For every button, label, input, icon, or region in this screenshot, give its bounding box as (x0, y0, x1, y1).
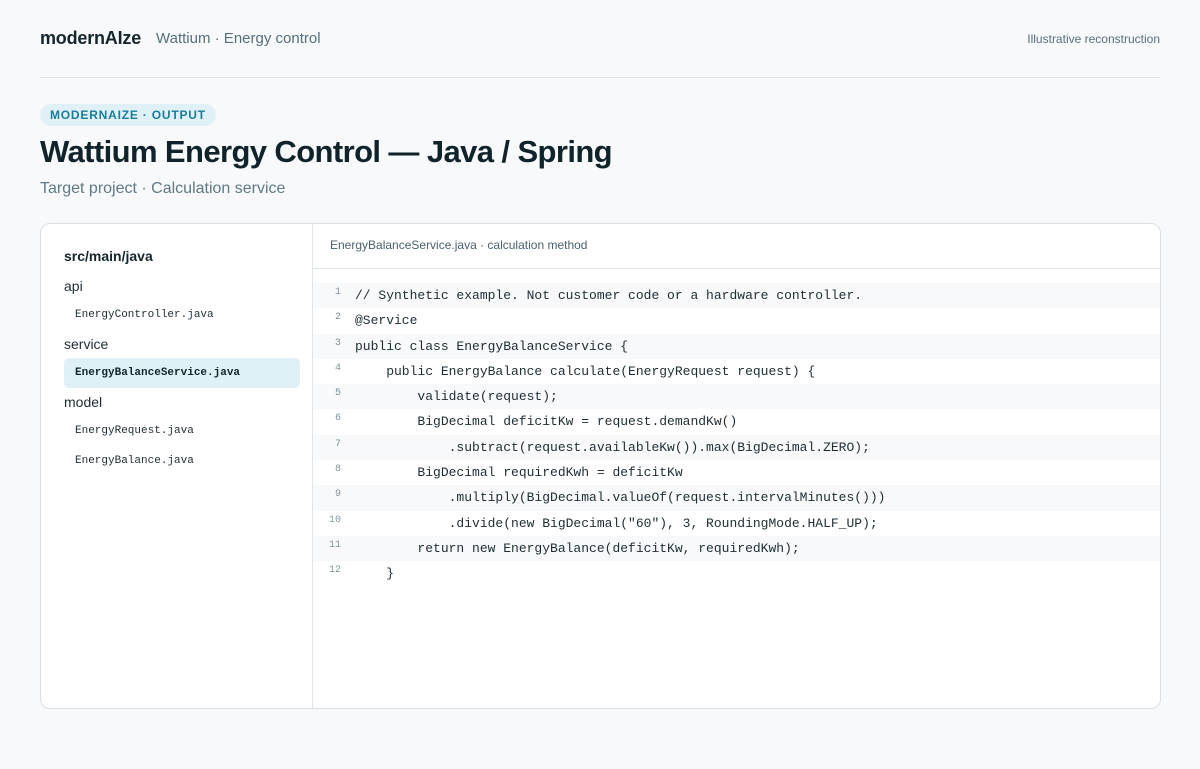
page-title: Wattium Energy Control — Java / Spring (40, 134, 613, 169)
reconstruction-note: Illustrative reconstruction (1027, 31, 1160, 46)
page-subtitle: Target project · Calculation service (40, 180, 286, 197)
file-tree: src/main/java api EnergyController.java se… (41, 224, 313, 708)
code-line: 8 BigDecimal requiredKwh = deficitKw (313, 460, 1160, 485)
code-line: 10 .divide(new BigDecimal("60"), 3, Roun… (313, 511, 1160, 536)
tree-file[interactable]: EnergyBalanceService.java (64, 358, 300, 388)
tree-file[interactable]: EnergyController.java (64, 300, 300, 330)
line-number: 1 (334, 287, 341, 298)
code-text: BigDecimal deficitKw = request.demandKw(… (355, 414, 738, 430)
code-text: .multiply(BigDecimal.valueOf(request.int… (355, 490, 886, 506)
line-number: 2 (334, 312, 341, 324)
top-bar: modernAIze Wattium · Energy control Illu… (40, 0, 1160, 78)
code-text: validate(request); (355, 389, 558, 405)
code-text: // Synthetic example. Not customer code … (355, 288, 863, 303)
code-lines: 1 // Synthetic example. Not customer code… (313, 269, 1160, 587)
code-line: 2 @Service (313, 308, 1160, 333)
breadcrumb: Wattium · Energy control (156, 30, 321, 47)
code-text: } (355, 566, 395, 582)
tree-file[interactable]: EnergyRequest.java (64, 416, 300, 446)
line-number: 10 (328, 514, 341, 526)
code-line: 1 // Synthetic example. Not customer code… (313, 283, 1160, 309)
code-line: 9 .multiply(BigDecimal.valueOf(request.i… (313, 485, 1160, 511)
code-text: .subtract(request.availableKw()).max(Big… (355, 439, 870, 455)
tree-folder-api[interactable]: api (64, 278, 300, 298)
code-text: .divide(new BigDecimal("60"), 3, Roundin… (355, 515, 878, 531)
code-panel: src/main/java api EnergyController.java se… (40, 223, 1161, 709)
line-number: 6 (334, 413, 341, 425)
code-text: BigDecimal requiredKwh = deficitKw (355, 465, 683, 481)
code-line: 5 validate(request); (313, 384, 1160, 410)
brand-logo[interactable]: modernAIze (40, 28, 141, 49)
code-line: 11 return new EnergyBalance(deficitKw, r… (313, 535, 1160, 562)
line-number: 5 (334, 388, 341, 400)
code-line: 4 public EnergyBalance calculate(EnergyR… (313, 359, 1160, 384)
code-text: return new EnergyBalance(deficitKw, requ… (355, 540, 800, 556)
tree-file[interactable]: EnergyBalance.java (64, 446, 300, 476)
code-text: public class EnergyBalanceService { (355, 338, 629, 354)
code-viewer-header: EnergyBalanceService.java · calculation … (313, 224, 1160, 269)
tree-root[interactable]: src/main/java (64, 248, 300, 268)
line-number: 7 (334, 438, 341, 450)
code-text: public EnergyBalance calculate(EnergyReq… (355, 363, 816, 379)
code-line: 6 BigDecimal deficitKw = request.demandK… (313, 409, 1160, 434)
tree-folder-service[interactable]: service (64, 336, 300, 356)
line-number: 4 (334, 362, 341, 374)
code-line: 7 .subtract(request.availableKw()).max(B… (313, 434, 1160, 461)
tree-folder-model[interactable]: model (64, 394, 300, 414)
code-text: @Service (355, 313, 418, 329)
output-badge: MODERNAIZE · OUTPUT (40, 104, 216, 126)
code-viewer: EnergyBalanceService.java · calculation … (313, 224, 1160, 708)
line-number: 3 (334, 337, 341, 349)
line-number: 8 (334, 464, 341, 476)
code-line: 3 public class EnergyBalanceService { (313, 333, 1160, 359)
line-number: 11 (328, 539, 341, 551)
code-line: 12 } (313, 561, 1160, 586)
line-number: 12 (328, 565, 341, 577)
line-number: 9 (334, 489, 341, 501)
